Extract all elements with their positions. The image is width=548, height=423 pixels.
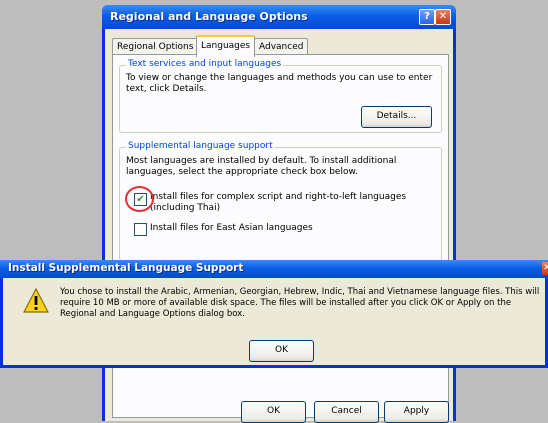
cancel-button[interactable]: Cancel bbox=[314, 401, 379, 423]
complex-script-label[interactable]: Install files for complex script and rig… bbox=[150, 192, 430, 214]
text-services-group: Text services and input languages To vie… bbox=[119, 59, 442, 133]
install-supplemental-dialog: Install Supplemental Language Support ✕ … bbox=[0, 260, 548, 368]
text-services-title: Text services and input languages bbox=[126, 59, 284, 69]
text-services-description: To view or change the languages and meth… bbox=[126, 73, 433, 94]
dialog-titlebar[interactable]: Install Supplemental Language Support ✕ bbox=[0, 260, 548, 278]
supplemental-description: Most languages are installed by default.… bbox=[126, 156, 397, 177]
tab-languages[interactable]: Languages bbox=[196, 35, 256, 57]
help-button[interactable]: ? bbox=[419, 9, 435, 25]
tab-regional-options[interactable]: Regional Options bbox=[112, 38, 199, 55]
details-button[interactable]: Details... bbox=[361, 106, 432, 128]
dialog-message: You chose to install the Arabic, Armenia… bbox=[60, 287, 540, 319]
dialog-close-button[interactable]: ✕ bbox=[542, 262, 548, 275]
close-button[interactable]: ✕ bbox=[435, 9, 451, 25]
window-titlebar[interactable]: Regional and Language Options ? ✕ bbox=[102, 5, 456, 29]
supplemental-language-group: Supplemental language support Most langu… bbox=[119, 141, 442, 261]
dialog-body: You chose to install the Arabic, Armenia… bbox=[3, 278, 545, 365]
apply-button[interactable]: Apply bbox=[384, 401, 449, 423]
dialog-ok-button[interactable]: OK bbox=[249, 340, 314, 362]
supplemental-title: Supplemental language support bbox=[126, 141, 275, 151]
highlight-circle bbox=[125, 186, 154, 212]
tab-advanced[interactable]: Advanced bbox=[254, 38, 309, 55]
ok-button[interactable]: OK bbox=[241, 401, 306, 423]
dialog-title: Install Supplemental Language Support bbox=[8, 262, 244, 274]
east-asian-label[interactable]: Install files for East Asian languages bbox=[150, 223, 435, 234]
warning-icon bbox=[23, 288, 49, 313]
window-title: Regional and Language Options bbox=[110, 10, 308, 23]
east-asian-checkbox[interactable] bbox=[134, 223, 147, 236]
